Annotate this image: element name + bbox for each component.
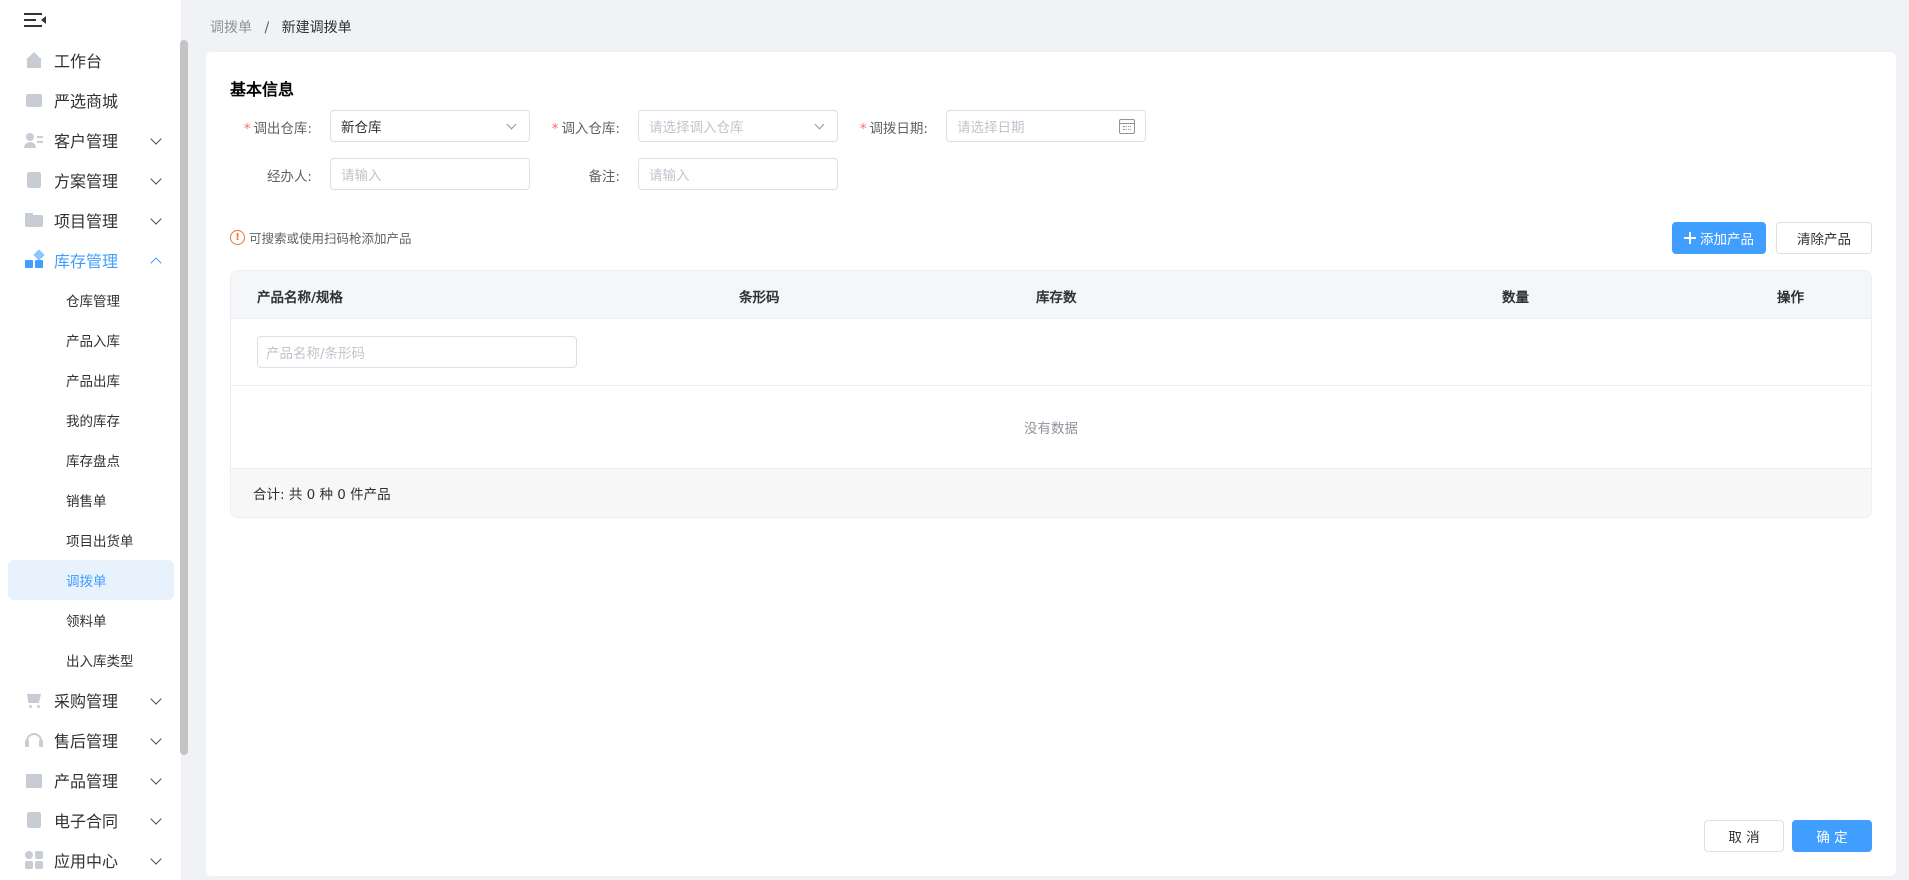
cancel-button[interactable]: 取 消 — [1704, 820, 1784, 852]
out-warehouse-select[interactable]: 新仓库 — [330, 110, 530, 142]
sidebar-item-project[interactable]: 项目管理 — [8, 200, 174, 240]
sidebar-item-purchase[interactable]: 采购管理 — [8, 680, 174, 720]
chevron-down-icon — [150, 173, 162, 185]
remark-input[interactable]: 请输入 — [638, 158, 838, 190]
sidebar-subitem-warehouse[interactable]: 仓库管理 — [8, 280, 174, 320]
warning-icon: ! — [230, 230, 245, 245]
breadcrumb-separator: / — [264, 20, 270, 36]
col-quantity: 数量 — [1502, 290, 1529, 306]
sidebar-scrollbar[interactable] — [180, 40, 188, 755]
sidebar-subitem-io-types[interactable]: 出入库类型 — [8, 640, 174, 680]
contract-icon — [24, 810, 44, 830]
remark-label: 备注: — [588, 169, 620, 185]
box-icon — [24, 770, 44, 790]
apps-icon — [24, 850, 44, 870]
sidebar-item-label: 库存管理 — [54, 252, 119, 271]
breadcrumb-parent[interactable]: 调拨单 — [210, 20, 252, 36]
sidebar-item-label: 售后管理 — [54, 732, 119, 751]
transfer-date-label: * 调拨日期: — [859, 121, 928, 137]
plan-icon — [24, 170, 44, 190]
calendar-icon — [1119, 119, 1135, 134]
clear-product-button[interactable]: 清除产品 — [1776, 222, 1872, 254]
sidebar-subitem-my-stock[interactable]: 我的库存 — [8, 400, 174, 440]
sidebar-item-label: 采购管理 — [54, 692, 119, 711]
scan-tip: ! 可搜索或使用扫码枪添加产品 — [230, 228, 412, 247]
in-warehouse-label: * 调入仓库: — [551, 121, 620, 137]
chevron-up-icon — [150, 257, 162, 269]
sidebar-item-product[interactable]: 产品管理 — [8, 760, 174, 800]
section-title: 基本信息 — [230, 80, 295, 99]
in-warehouse-placeholder: 请选择调入仓库 — [649, 120, 744, 136]
col-product-name: 产品名称/规格 — [257, 290, 343, 306]
chevron-down-icon — [506, 119, 517, 130]
breadcrumb: 调拨单 / 新建调拨单 — [210, 17, 352, 37]
sidebar-item-label: 电子合同 — [54, 812, 119, 831]
shop-icon — [24, 90, 44, 110]
transfer-date-picker[interactable]: 请选择日期 — [946, 110, 1146, 142]
collapse-menu-icon[interactable] — [24, 10, 46, 30]
product-table: 产品名称/规格 条形码 库存数 数量 操作 产品名称/条形码 没有数据 合计: … — [230, 270, 1872, 518]
sidebar-subitem-stocktake[interactable]: 库存盘点 — [8, 440, 174, 480]
chevron-down-icon — [150, 853, 162, 865]
confirm-button[interactable]: 确 定 — [1792, 820, 1872, 852]
sidebar-item-label: 项目管理 — [54, 212, 119, 231]
sidebar-subitem-requisition[interactable]: 领料单 — [8, 600, 174, 640]
sidebar-item-label: 产品管理 — [54, 772, 119, 791]
table-search-row: 产品名称/条形码 — [231, 319, 1871, 386]
sidebar-subitem-stock-out[interactable]: 产品出库 — [8, 360, 174, 400]
sidebar-item-label: 客户管理 — [54, 132, 119, 151]
product-search-input[interactable]: 产品名称/条形码 — [257, 336, 577, 368]
sidebar-item-contract[interactable]: 电子合同 — [8, 800, 174, 840]
chevron-down-icon — [150, 773, 162, 785]
remark-placeholder: 请输入 — [649, 168, 690, 184]
plus-icon — [1684, 232, 1696, 244]
sidebar: 工作台 严选商城 客户管理 方案管理 项目管理 库存管理 仓库管理 产品入库 产… — [0, 0, 182, 880]
breadcrumb-current: 新建调拨单 — [281, 20, 352, 36]
chevron-down-icon — [150, 813, 162, 825]
out-warehouse-label: * 调出仓库: — [243, 121, 312, 137]
chevron-down-icon — [150, 133, 162, 145]
transfer-date-placeholder: 请选择日期 — [957, 120, 1025, 136]
sidebar-item-label: 方案管理 — [54, 172, 119, 191]
sidebar-menu: 工作台 严选商城 客户管理 方案管理 项目管理 库存管理 仓库管理 产品入库 产… — [8, 40, 174, 880]
chevron-down-icon — [814, 119, 825, 130]
sidebar-subitem-stock-in[interactable]: 产品入库 — [8, 320, 174, 360]
tip-text: 可搜索或使用扫码枪添加产品 — [249, 231, 412, 246]
col-barcode: 条形码 — [739, 290, 780, 306]
main-card: 基本信息 * 调出仓库: 新仓库 * 调入仓库: 请选择调入仓库 * 调拨日期: 请选… — [206, 52, 1896, 876]
sidebar-item-mall[interactable]: 严选商城 — [8, 80, 174, 120]
sidebar-item-plan[interactable]: 方案管理 — [8, 160, 174, 200]
add-product-button[interactable]: 添加产品 — [1672, 222, 1766, 254]
handler-placeholder: 请输入 — [341, 168, 382, 184]
sidebar-item-after-sales[interactable]: 售后管理 — [8, 720, 174, 760]
col-actions: 操作 — [1777, 290, 1804, 306]
sidebar-item-workbench[interactable]: 工作台 — [8, 40, 174, 80]
customer-icon — [24, 130, 44, 150]
out-warehouse-value: 新仓库 — [341, 120, 382, 136]
sidebar-item-label: 工作台 — [54, 52, 103, 71]
cart-icon — [24, 690, 44, 710]
inventory-icon — [24, 249, 45, 270]
chevron-down-icon — [150, 733, 162, 745]
handler-label: 经办人: — [266, 169, 312, 185]
chevron-down-icon — [150, 213, 162, 225]
home-icon — [24, 50, 44, 70]
table-header: 产品名称/规格 条形码 库存数 数量 操作 — [231, 271, 1871, 319]
sidebar-item-label: 严选商城 — [54, 92, 119, 111]
sidebar-item-customer[interactable]: 客户管理 — [8, 120, 174, 160]
sidebar-subitem-sales-order[interactable]: 销售单 — [8, 480, 174, 520]
table-summary: 合计: 共 0 种 0 件产品 — [231, 469, 1871, 517]
sidebar-subitem-transfer[interactable]: 调拨单 — [8, 560, 174, 600]
handler-input[interactable]: 请输入 — [330, 158, 530, 190]
in-warehouse-select[interactable]: 请选择调入仓库 — [638, 110, 838, 142]
col-stock: 库存数 — [1036, 290, 1077, 306]
table-empty: 没有数据 — [231, 386, 1871, 469]
sidebar-item-inventory[interactable]: 库存管理 — [8, 240, 174, 280]
chevron-down-icon — [150, 693, 162, 705]
sidebar-item-apps[interactable]: 应用中心 — [8, 840, 174, 880]
sidebar-item-label: 应用中心 — [54, 852, 119, 871]
headset-icon — [24, 730, 44, 750]
folder-icon — [24, 210, 44, 230]
sidebar-subitem-project-shipment[interactable]: 项目出货单 — [8, 520, 174, 560]
